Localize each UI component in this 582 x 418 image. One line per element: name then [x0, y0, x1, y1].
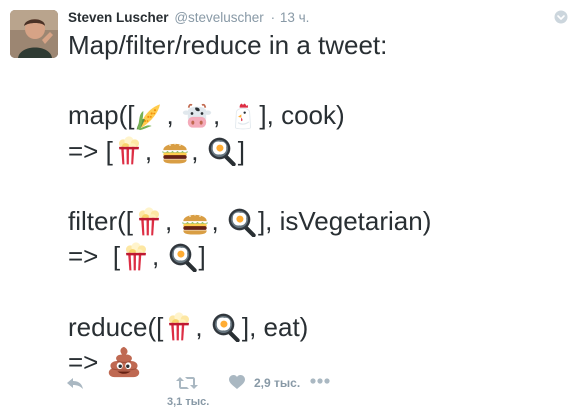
comma-text: , [165, 205, 173, 236]
retweet-icon [176, 377, 198, 389]
comma-text: , [191, 135, 199, 166]
more-button[interactable] [310, 378, 330, 384]
tweet-timestamp[interactable]: 13 ч. [280, 10, 310, 25]
tweet-actions: 2,9 тыс. [65, 372, 565, 398]
chicken-emoji [228, 101, 258, 131]
map-close-text: ], cook) [259, 100, 345, 131]
tweet-line-title: Map/filter/reduce in a tweet: [68, 28, 573, 63]
author-handle[interactable]: @steveluscher [174, 10, 264, 25]
popcorn-emoji [114, 136, 144, 166]
avatar[interactable] [10, 10, 58, 58]
comma-text: , [152, 241, 160, 272]
fried-egg-emoji [211, 312, 241, 342]
corn-emoji [135, 101, 165, 131]
close-bracket-text: ] [198, 241, 206, 272]
popcorn-emoji [134, 207, 164, 237]
reply-button[interactable] [65, 375, 85, 391]
tweet-title: Map/filter/reduce in a tweet: [68, 30, 388, 60]
reduce-close-text: ], eat) [241, 311, 309, 342]
arrow-bracket-text: => [ [68, 241, 121, 272]
tweet-line-map-result: => [ , , ] [68, 134, 573, 169]
comma-text: , [211, 205, 219, 236]
tweet-line-filter: filter([ , , ], isVegetarian) [68, 204, 573, 239]
tweet-header: Steven Luscher @steveluscher · 13 ч. [68, 9, 552, 27]
reply-icon [67, 378, 83, 389]
heart-icon [229, 375, 245, 389]
fried-egg-emoji [168, 242, 198, 272]
separator-dot: · [270, 10, 276, 25]
tweet-line-reduce: reduce([ , ], eat) [68, 310, 573, 345]
arrow-bracket-text: => [ [68, 135, 113, 166]
tweet-line-map: map([ , , ], cook) [68, 98, 573, 133]
popcorn-emoji [164, 312, 194, 342]
more-dots-icon [310, 378, 330, 384]
filter-open-text: filter([ [68, 205, 133, 236]
filter-close-text: ], isVegetarian) [257, 205, 432, 236]
fried-egg-emoji [207, 136, 237, 166]
comma-text: , [195, 311, 203, 342]
author-name[interactable]: Steven Luscher [68, 10, 169, 25]
tweet-text: Map/filter/reduce in a tweet: map([ , , … [68, 28, 573, 380]
map-open-text: map([ [68, 100, 135, 131]
comma-text: , [144, 135, 153, 166]
fried-egg-emoji [227, 207, 257, 237]
retweet-count: 3,1 тыс. [167, 396, 210, 408]
hamburger-emoji [160, 136, 190, 166]
chevron-down-icon[interactable] [554, 10, 568, 24]
cow-emoji [182, 101, 212, 131]
comma-text: , [212, 100, 221, 131]
hamburger-emoji [180, 207, 210, 237]
popcorn-emoji [121, 242, 151, 272]
like-count: 2,9 тыс. [254, 375, 301, 390]
reduce-open-text: reduce([ [68, 311, 164, 342]
comma-text: , [166, 100, 174, 131]
tweet-line-filter-result: => [ , ] [68, 239, 573, 274]
retweet-button[interactable] [175, 375, 199, 391]
like-button[interactable]: 2,9 тыс. [229, 375, 300, 390]
close-bracket-text: ] [237, 135, 245, 166]
